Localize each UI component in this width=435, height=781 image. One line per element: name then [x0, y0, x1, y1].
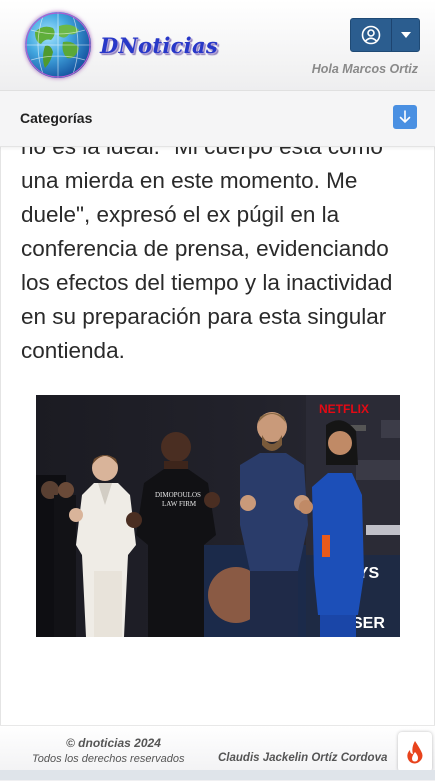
poster-text-2: SER: [352, 615, 385, 632]
arrow-down-icon: [399, 110, 411, 124]
content-left-edge: [0, 145, 1, 725]
site-header: DNoticias Hola Marcos Ortiz: [0, 0, 435, 90]
fire-icon: [407, 741, 423, 764]
footer-rights: Todos los derechos reservados: [32, 753, 185, 765]
article-photo: NETFLIX TYS SER DIMOPOULOS: [36, 395, 400, 637]
shirt-text-line1: DIMOPOULOS: [155, 491, 201, 499]
site-logo-text[interactable]: DNoticias: [100, 33, 218, 58]
trending-button[interactable]: [398, 732, 432, 772]
footer-author: Claudis Jackelin Ortíz Cordova: [218, 752, 388, 764]
user-circle-icon: [361, 25, 381, 45]
caret-down-icon: [400, 32, 411, 38]
categories-bar[interactable]: Categorías: [0, 90, 435, 147]
article-paragraph: no es la ideal. "Mi cuerpo está como una…: [21, 134, 393, 363]
footer-copyright: © dnoticias 2024: [66, 736, 161, 750]
netflix-mark: NETFLIX: [319, 402, 369, 416]
bottom-strip: [0, 770, 435, 780]
user-greeting: Hola Marcos Ortiz: [311, 62, 418, 76]
user-account-button[interactable]: [351, 19, 392, 51]
globe-icon: [25, 12, 91, 78]
user-menu-button[interactable]: [350, 18, 420, 52]
shirt-text-line2: LAW FIRM: [162, 500, 197, 508]
categories-label: Categorías: [20, 110, 93, 126]
globe-logo-icon[interactable]: [25, 12, 91, 78]
press-conference-image: NETFLIX TYS SER DIMOPOULOS: [36, 395, 400, 637]
user-dropdown-toggle[interactable]: [392, 19, 419, 51]
categories-toggle-button[interactable]: [393, 105, 417, 129]
